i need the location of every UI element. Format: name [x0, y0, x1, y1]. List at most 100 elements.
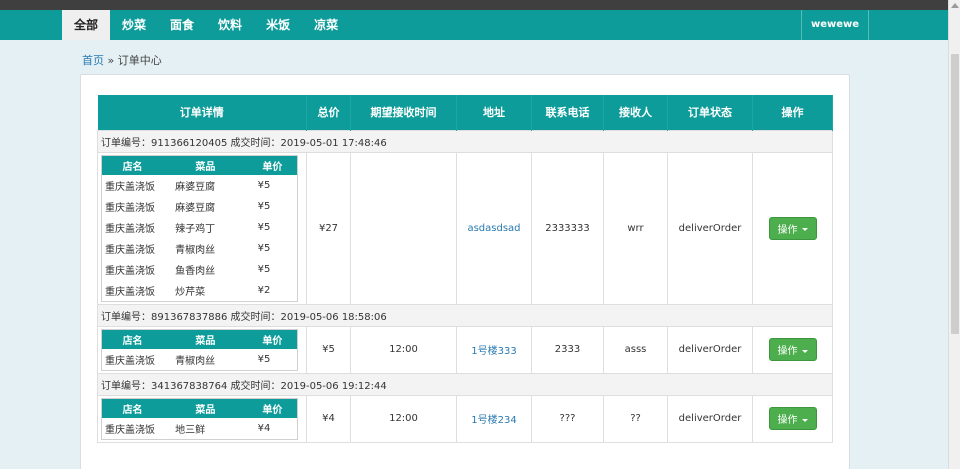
- order-row: 店名 菜品 单价 重庆盖浇饭 地三鲜 ¥4 ¥4 12:00 1号楼234 ??…: [97, 394, 833, 443]
- window-top-strip: [0, 0, 948, 10]
- order-action-label: 操作: [777, 224, 798, 236]
- order-item-row: 重庆盖浇饭 炒芹菜 ¥2: [102, 280, 298, 301]
- order-time: [350, 151, 457, 305]
- tab-stir-fry[interactable]: 炒菜: [110, 10, 158, 40]
- order-meta-row: 订单编号：911366120405 成交时间：2019-05-01 17:48:…: [97, 129, 833, 153]
- order-item-row: 重庆盖浇饭 青椒肉丝 ¥5: [102, 349, 298, 370]
- orders-panel: 订单详情 总价 期望接收时间 地址 联系电话 接收人 订单状态 操作 订单编号：…: [80, 74, 850, 469]
- breadcrumb-home-link[interactable]: 首页: [82, 54, 104, 67]
- order-phone: 2333: [531, 325, 604, 374]
- item-dish: 麻婆豆腐: [175, 182, 216, 193]
- item-price: ¥5: [257, 201, 271, 212]
- items-header-shop: 店名: [101, 155, 164, 175]
- items-header-dish: 菜品: [163, 329, 248, 349]
- items-header-shop: 店名: [101, 329, 164, 349]
- order-action-button[interactable]: 操作: [768, 338, 817, 361]
- col-header-receiver: 接收人: [603, 95, 668, 130]
- col-header-phone: 联系电话: [531, 95, 604, 130]
- order-item-row: 重庆盖浇饭 麻婆豆腐 ¥5: [102, 196, 298, 217]
- orders-table: 订单详情 总价 期望接收时间 地址 联系电话 接收人 订单状态 操作 订单编号：…: [97, 95, 833, 443]
- item-dish: 青椒肉丝: [175, 355, 216, 367]
- order-status: deliverOrder: [667, 151, 753, 305]
- item-price: ¥5: [257, 264, 271, 275]
- breadcrumb-current: 订单中心: [117, 54, 162, 67]
- item-dish: 麻婆豆腐: [175, 203, 216, 214]
- order-receiver: ??: [603, 394, 668, 443]
- tab-rice[interactable]: 米饭: [254, 10, 302, 40]
- item-price: ¥5: [257, 243, 271, 254]
- order-details-cell: 店名 菜品 单价 重庆盖浇饭 青椒肉丝 ¥5: [97, 325, 307, 374]
- user-menu[interactable]: wewewe: [801, 10, 869, 40]
- order-action-button[interactable]: 操作: [768, 407, 817, 430]
- items-header-price: 单价: [247, 329, 298, 349]
- orders-table-header: 订单详情 总价 期望接收时间 地址 联系电话 接收人 订单状态 操作: [97, 95, 833, 130]
- col-header-details: 订单详情: [97, 95, 307, 130]
- order-total: ¥27: [306, 151, 351, 305]
- order-item-row: 重庆盖浇饭 辣子鸡丁 ¥5: [102, 217, 298, 238]
- item-shop: 重庆盖浇饭: [105, 424, 155, 436]
- item-dish: 青椒肉丝: [175, 245, 216, 256]
- order-total: ¥5: [306, 325, 351, 374]
- item-price: ¥5: [257, 353, 271, 365]
- col-header-action: 操作: [752, 95, 833, 130]
- order-action-label: 操作: [777, 346, 798, 357]
- scroll-up-arrow-icon[interactable]: [951, 3, 959, 8]
- item-shop: 重庆盖浇饭: [105, 245, 155, 256]
- tab-noodles[interactable]: 面食: [158, 10, 206, 40]
- tab-drinks[interactable]: 饮料: [206, 10, 254, 40]
- order-status: deliverOrder: [667, 325, 753, 374]
- item-dish: 辣子鸡丁: [175, 224, 216, 235]
- order-status: deliverOrder: [667, 394, 753, 443]
- item-price: ¥5: [257, 180, 271, 191]
- item-shop: 重庆盖浇饭: [105, 224, 155, 235]
- order-items-table: 店名 菜品 单价 重庆盖浇饭 地三鲜 ¥4: [101, 397, 298, 440]
- order-details-cell: 店名 菜品 单价 重庆盖浇饭 麻婆豆腐 ¥5 重庆盖浇饭 麻婆豆腐 ¥5 重庆盖…: [97, 151, 307, 305]
- order-items-table: 店名 菜品 单价 重庆盖浇饭 青椒肉丝 ¥5: [101, 328, 298, 371]
- order-item-row: 重庆盖浇饭 地三鲜 ¥4: [102, 418, 298, 439]
- tab-all[interactable]: 全部: [62, 10, 111, 40]
- item-dish: 鱼香肉丝: [175, 266, 216, 277]
- caret-down-icon: [801, 228, 808, 231]
- item-shop: 重庆盖浇饭: [105, 182, 155, 193]
- item-dish: 地三鲜: [175, 424, 206, 436]
- item-shop: 重庆盖浇饭: [105, 266, 155, 277]
- order-address-cell: 1号楼234: [456, 394, 532, 443]
- item-dish: 炒芹菜: [175, 286, 206, 298]
- item-price: ¥2: [257, 284, 271, 296]
- order-address-link[interactable]: 1号楼234: [471, 415, 516, 426]
- item-shop: 重庆盖浇饭: [105, 203, 155, 214]
- order-action-cell: 操作: [752, 325, 833, 374]
- order-action-cell: 操作: [752, 394, 833, 443]
- items-header-shop: 店名: [101, 398, 164, 418]
- order-meta-text: 订单编号：911366120405 成交时间：2019-05-01 17:48:…: [97, 129, 833, 153]
- order-address-cell: asdasdsad: [456, 151, 532, 305]
- breadcrumb-separator: »: [107, 54, 115, 67]
- items-header-price: 单价: [247, 155, 298, 175]
- order-address-link[interactable]: asdasdsad: [467, 223, 520, 234]
- order-action-button[interactable]: 操作: [768, 216, 817, 240]
- col-header-time: 期望接收时间: [350, 95, 457, 130]
- order-receiver: asss: [603, 325, 668, 374]
- tab-cold-dishes[interactable]: 凉菜: [302, 10, 350, 40]
- page-scrollbar[interactable]: [948, 0, 960, 469]
- order-item-row: 重庆盖浇饭 麻婆豆腐 ¥5: [102, 175, 298, 196]
- item-price: ¥4: [257, 422, 271, 434]
- caret-down-icon: [801, 349, 808, 353]
- order-time: 12:00: [350, 394, 457, 443]
- scroll-thumb[interactable]: [951, 54, 959, 334]
- order-item-row: 重庆盖浇饭 鱼香肉丝 ¥5: [102, 259, 298, 280]
- order-address-link[interactable]: 1号楼333: [471, 346, 516, 357]
- order-time: 12:00: [350, 325, 457, 374]
- items-header-dish: 菜品: [163, 155, 248, 175]
- item-price: ¥5: [257, 222, 271, 233]
- order-items-table: 店名 菜品 单价 重庆盖浇饭 麻婆豆腐 ¥5 重庆盖浇饭 麻婆豆腐 ¥5 重庆盖…: [101, 154, 298, 302]
- order-row: 店名 菜品 单价 重庆盖浇饭 麻婆豆腐 ¥5 重庆盖浇饭 麻婆豆腐 ¥5 重庆盖…: [97, 151, 833, 305]
- top-navbar: 全部 炒菜 面食 饮料 米饭 凉菜 wewewe: [0, 10, 948, 40]
- items-header-dish: 菜品: [163, 398, 248, 418]
- order-meta-row: 订单编号：341367838764 成交时间：2019-05-06 19:12:…: [97, 372, 833, 396]
- order-details-cell: 店名 菜品 单价 重庆盖浇饭 地三鲜 ¥4: [97, 394, 307, 443]
- category-tabs: 全部 炒菜 面食 饮料 米饭 凉菜: [62, 10, 350, 40]
- orders-table-body: 订单编号：911366120405 成交时间：2019-05-01 17:48:…: [97, 129, 833, 443]
- items-header-price: 单价: [247, 398, 298, 418]
- item-shop: 重庆盖浇饭: [105, 286, 155, 298]
